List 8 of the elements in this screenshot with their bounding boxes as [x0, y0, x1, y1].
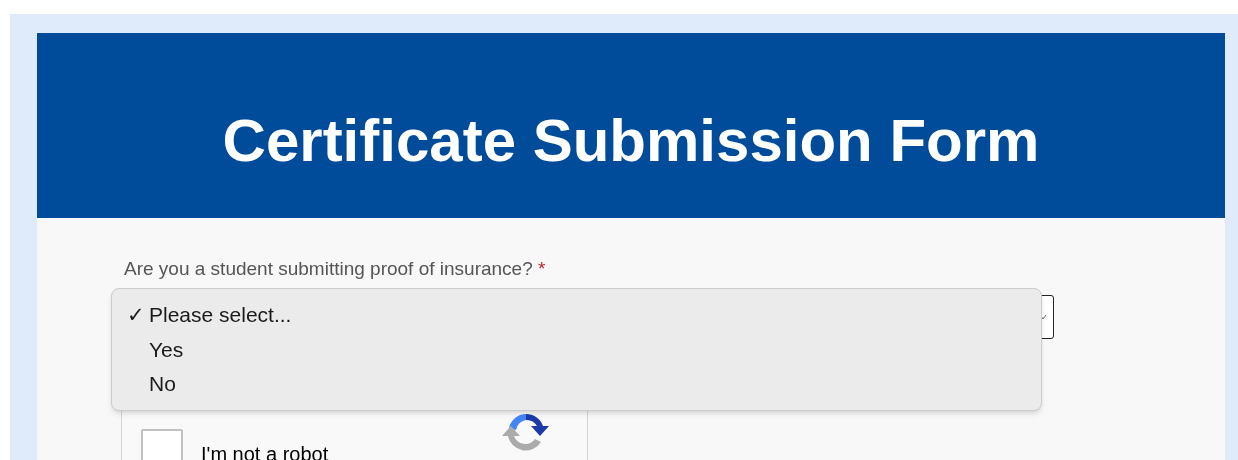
dropdown-option[interactable]: ✓ Please select...: [112, 298, 1041, 333]
question-label: Are you a student submitting proof of insurance? *: [124, 257, 547, 281]
captcha-checkbox[interactable]: [141, 428, 183, 460]
dropdown-option[interactable]: No: [112, 366, 1041, 401]
dropdown-option[interactable]: Yes: [112, 332, 1041, 367]
check-mark: ✓: [127, 302, 145, 329]
form-title: Certificate Submission Form: [222, 106, 1040, 176]
captcha-label: I'm not a robot: [201, 441, 329, 460]
